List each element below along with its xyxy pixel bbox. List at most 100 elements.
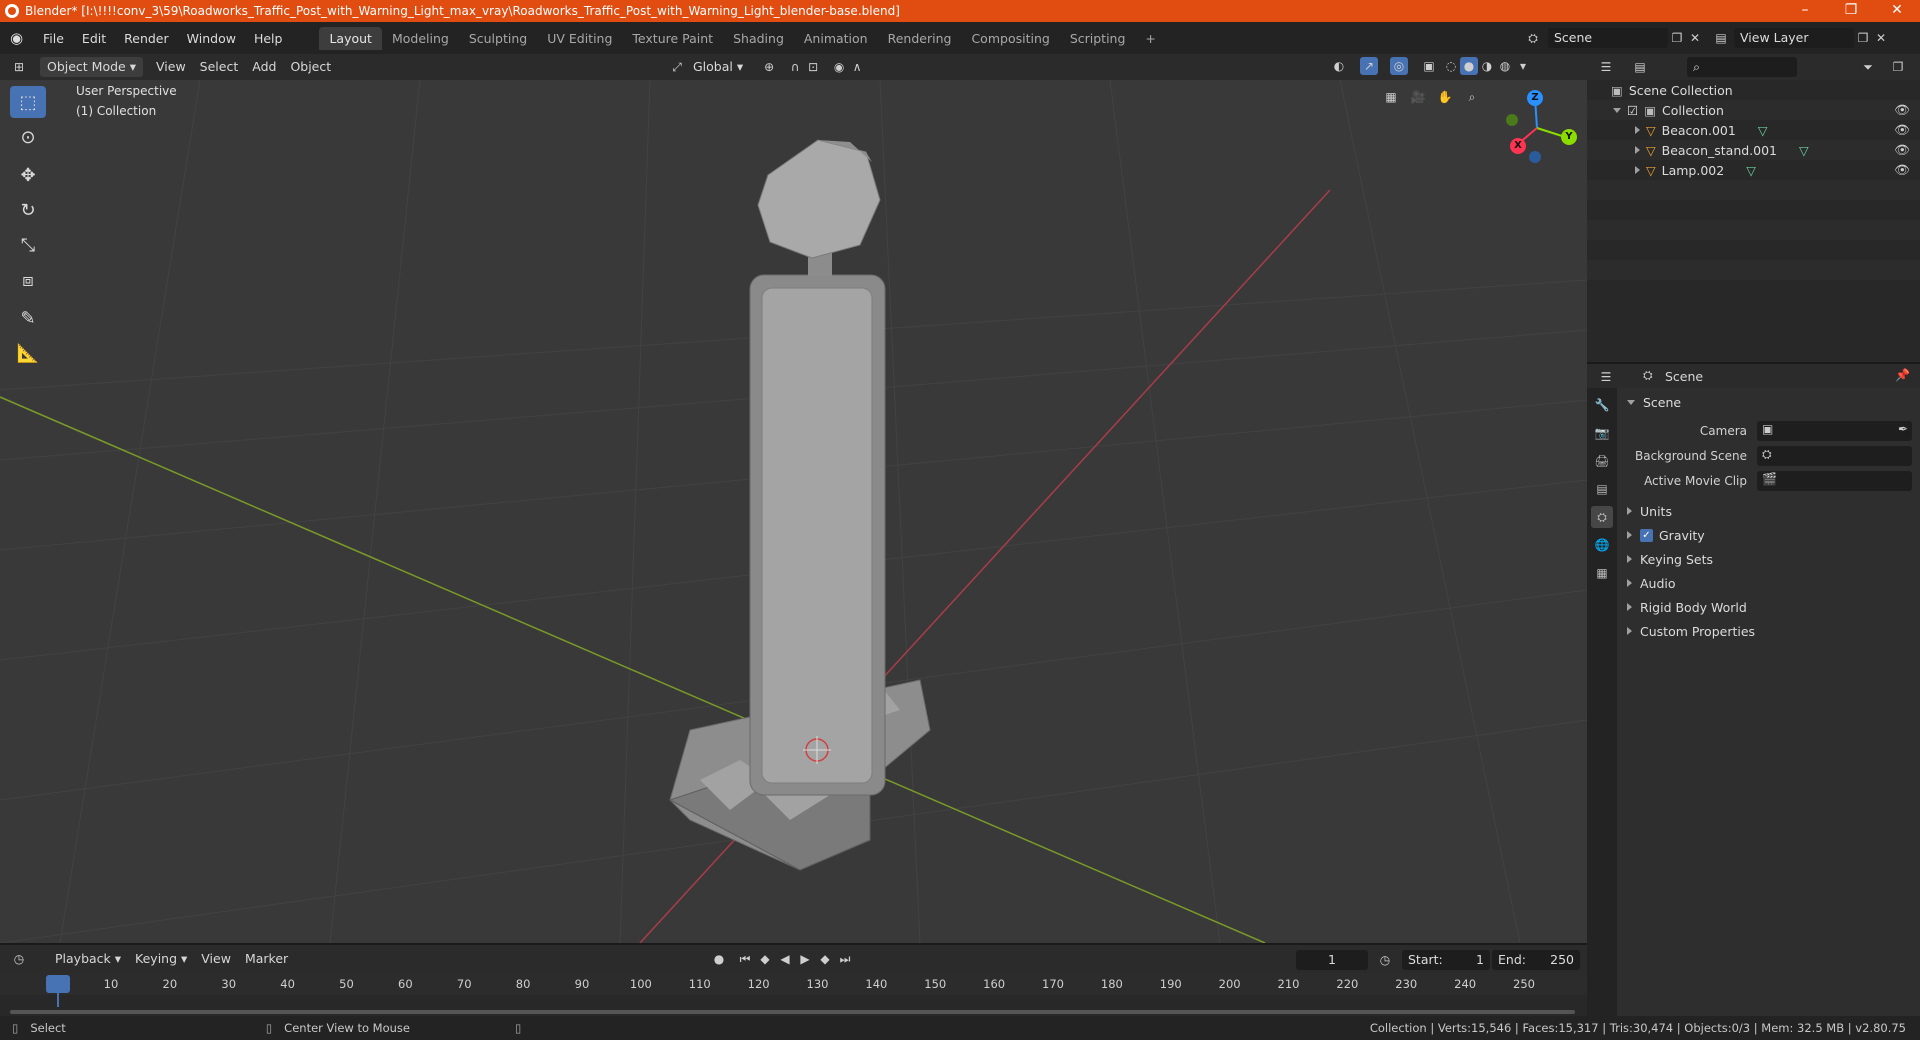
gravity-checkbox[interactable]: ✓ <box>1640 528 1653 542</box>
section-collapse-icon[interactable] <box>1627 399 1635 405</box>
rigid-body-world-panel-header[interactable]: Rigid Body World <box>1617 595 1920 619</box>
gizmo-toggle-icon[interactable]: ↗ <box>1360 57 1378 75</box>
expand-icon[interactable] <box>1635 166 1640 174</box>
tab-uv-editing[interactable]: UV Editing <box>537 27 622 50</box>
gizmo-y-axis[interactable]: Y <box>1561 129 1577 145</box>
gravity-panel-header[interactable]: ✓ Gravity <box>1617 523 1920 547</box>
cursor-tool[interactable]: ⊙ <box>10 121 46 153</box>
menu-add[interactable]: Add <box>245 57 283 77</box>
expand-icon[interactable] <box>1627 603 1632 611</box>
new-scene-icon[interactable]: ❐ <box>1668 29 1686 47</box>
minimize-button[interactable]: – <box>1782 0 1828 22</box>
pin-icon[interactable]: 📌 <box>1895 368 1910 382</box>
menu-render[interactable]: Render <box>115 31 178 46</box>
play-reverse-icon[interactable]: ◀ <box>776 950 794 968</box>
timeline-scrollbar[interactable] <box>10 1010 1575 1014</box>
wireframe-shading-icon[interactable]: ◌ <box>1442 57 1460 75</box>
pan-view-icon[interactable]: ✋ <box>1436 88 1454 106</box>
tab-sculpting[interactable]: Sculpting <box>459 27 537 50</box>
output-tab-icon[interactable]: 🖨 <box>1591 450 1613 472</box>
playhead-handle[interactable] <box>46 975 70 993</box>
blender-logo-icon[interactable]: ◉ <box>10 30 26 46</box>
collapse-icon[interactable] <box>1613 107 1621 113</box>
expand-icon[interactable] <box>1627 555 1632 563</box>
pivot-point-icon[interactable]: ⊕ <box>760 58 778 76</box>
menu-help[interactable]: Help <box>245 31 292 46</box>
filter-icon[interactable]: ⏷ <box>1859 58 1877 76</box>
texture-tab-icon[interactable]: ▦ <box>1591 562 1613 584</box>
frame-ruler[interactable]: 1102030405060708090100110120130140150160… <box>0 973 1587 995</box>
object-mode-dropdown[interactable]: Object Mode ▾ <box>40 57 143 77</box>
visibility-eye-icon[interactable]: 👁 <box>1894 142 1910 158</box>
tool-tab-icon[interactable]: 🔧 <box>1591 394 1613 416</box>
outliner-item-beacon[interactable]: ▽ Beacon.001 ▽ 👁 <box>1587 120 1920 140</box>
rendered-shading-icon[interactable]: ◍ <box>1496 57 1514 75</box>
snap-icon[interactable]: ∩ <box>786 58 804 76</box>
menu-select[interactable]: Select <box>193 57 246 77</box>
tab-shading[interactable]: Shading <box>723 27 794 50</box>
menu-object[interactable]: Object <box>283 57 338 77</box>
units-panel-header[interactable]: Units <box>1617 499 1920 523</box>
next-keyframe-icon[interactable]: ◆ <box>816 950 834 968</box>
view-layer-selector[interactable]: View Layer <box>1734 28 1854 48</box>
menu-view[interactable]: View <box>149 57 193 77</box>
tab-texture-paint[interactable]: Texture Paint <box>622 27 723 50</box>
display-mode-icon[interactable]: ▤ <box>1631 58 1649 76</box>
outliner-scene-collection[interactable]: ▣ Scene Collection <box>1587 80 1920 100</box>
tab-layout[interactable]: Layout <box>319 26 382 50</box>
eyedropper-icon[interactable]: ✒ <box>1898 422 1908 436</box>
expand-icon[interactable] <box>1635 126 1640 134</box>
gizmo-neg-y-axis[interactable] <box>1506 114 1518 126</box>
material-shading-icon[interactable]: ◑ <box>1478 57 1496 75</box>
transform-orientation-dropdown[interactable]: Global ▾ <box>686 57 750 77</box>
zoom-view-icon[interactable]: ⌕ <box>1463 88 1481 106</box>
solid-shading-icon[interactable]: ● <box>1460 57 1478 75</box>
xray-icon[interactable]: ▣ <box>1420 57 1438 75</box>
traffic-post-model[interactable] <box>668 139 931 871</box>
tab-rendering[interactable]: Rendering <box>878 27 962 50</box>
active-movie-clip-field[interactable]: 🎬 <box>1757 470 1912 491</box>
new-view-layer-icon[interactable]: ❐ <box>1854 29 1872 47</box>
expand-icon[interactable] <box>1627 627 1632 635</box>
move-tool[interactable]: ✥ <box>10 159 46 191</box>
checkbox-icon[interactable]: ☑ <box>1627 103 1638 118</box>
expand-icon[interactable] <box>1635 146 1640 154</box>
prev-keyframe-icon[interactable]: ◆ <box>756 950 774 968</box>
outliner-item-beacon-stand[interactable]: ▽ Beacon_stand.001 ▽ 👁 <box>1587 140 1920 160</box>
menu-keying[interactable]: Keying ▾ <box>128 949 194 969</box>
world-tab-icon[interactable]: 🌐 <box>1591 534 1613 556</box>
keying-sets-panel-header[interactable]: Keying Sets <box>1617 547 1920 571</box>
outliner-item-lamp[interactable]: ▽ Lamp.002 ▽ 👁 <box>1587 160 1920 180</box>
3d-viewport[interactable]: User Perspective (1) Collection ▦ 🎥 ✋ ⌕ … <box>0 80 1587 943</box>
snap-target-icon[interactable]: ⊡ <box>804 58 822 76</box>
jump-start-icon[interactable]: ⏮ <box>736 950 754 968</box>
add-workspace-button[interactable]: + <box>1135 27 1165 50</box>
record-icon[interactable]: ● <box>710 950 728 968</box>
expand-icon[interactable] <box>1627 579 1632 587</box>
tab-modeling[interactable]: Modeling <box>382 27 459 50</box>
menu-file[interactable]: File <box>34 31 73 46</box>
gizmo-x-axis[interactable]: X <box>1510 138 1526 154</box>
menu-window[interactable]: Window <box>178 31 245 46</box>
menu-edit[interactable]: Edit <box>73 31 115 46</box>
tab-animation[interactable]: Animation <box>794 27 878 50</box>
clock-icon[interactable]: ◷ <box>1376 951 1394 969</box>
jump-end-icon[interactable]: ⏭ <box>836 950 854 968</box>
custom-properties-panel-header[interactable]: Custom Properties <box>1617 619 1920 643</box>
end-frame-field[interactable]: End: 250 <box>1492 950 1580 970</box>
view-layer-tab-icon[interactable]: ▤ <box>1591 478 1613 500</box>
tab-scripting[interactable]: Scripting <box>1060 27 1136 50</box>
rotate-tool[interactable]: ↻ <box>10 194 46 226</box>
tab-compositing[interactable]: Compositing <box>961 27 1059 50</box>
timeline-editor-type-icon[interactable]: ◷ <box>10 950 28 968</box>
start-frame-field[interactable]: Start: 1 <box>1402 950 1490 970</box>
audio-panel-header[interactable]: Audio <box>1617 571 1920 595</box>
play-icon[interactable]: ▶ <box>796 950 814 968</box>
new-collection-icon[interactable]: ❐ <box>1889 58 1907 76</box>
expand-icon[interactable] <box>1627 507 1632 515</box>
visibility-eye-icon[interactable]: 👁 <box>1894 122 1910 138</box>
annotate-tool[interactable]: ✎ <box>10 302 46 334</box>
mesh-data-icon[interactable]: ▽ <box>1758 123 1768 138</box>
delete-scene-icon[interactable]: ✕ <box>1686 29 1704 47</box>
outliner-search-input[interactable]: ⌕ <box>1687 57 1797 77</box>
